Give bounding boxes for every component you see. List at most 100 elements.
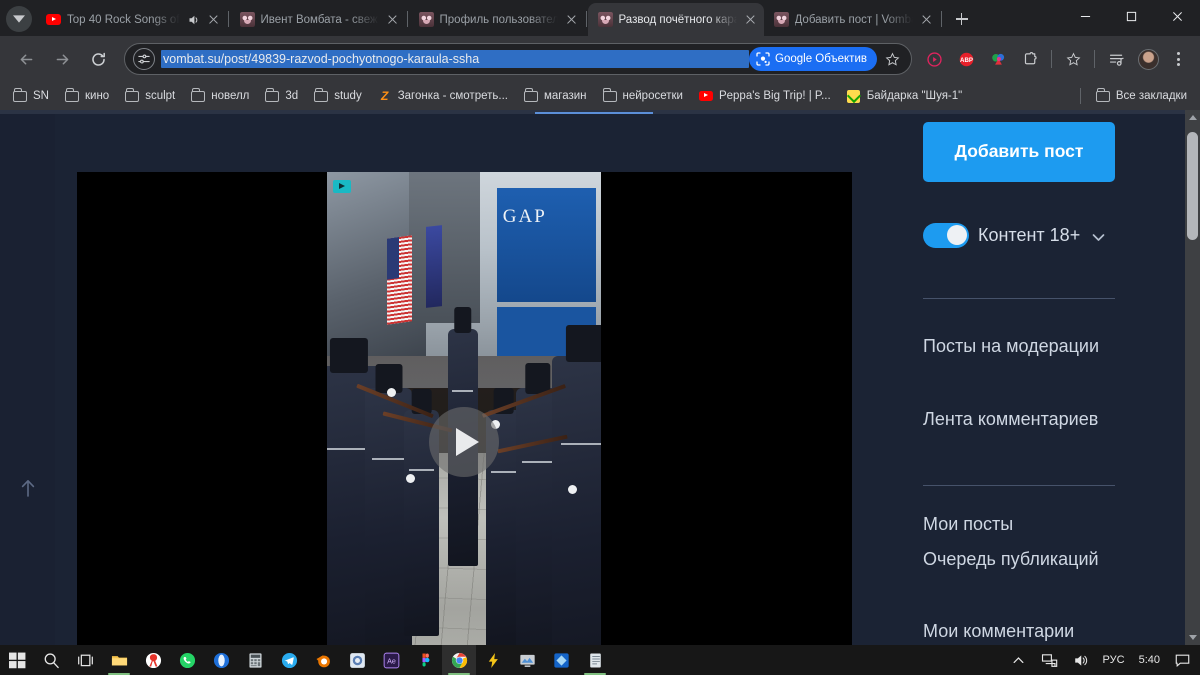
bookmark-label: study	[334, 90, 362, 102]
reading-list-icon[interactable]	[1102, 45, 1130, 73]
bookmark-9[interactable]: Peppa's Big Trip! | P...	[692, 86, 838, 106]
yandex-browser-icon[interactable]	[136, 645, 170, 675]
tab-close-icon[interactable]	[919, 12, 934, 27]
google-lens-button[interactable]: Google Объектив	[749, 47, 877, 71]
maximize-button[interactable]	[1108, 0, 1154, 32]
search-icon[interactable]	[34, 645, 68, 675]
bookmark-label: Загонка - смотреть...	[397, 90, 508, 102]
tab-0[interactable]: Top 40 Rock Songs of	[36, 3, 227, 36]
wombat-icon	[418, 12, 434, 27]
chevron-up-icon[interactable]	[1003, 645, 1034, 675]
record-icon[interactable]	[920, 45, 948, 73]
bookmark-3[interactable]: новелл	[184, 86, 256, 106]
bookmark-0[interactable]: SN	[6, 86, 56, 106]
scroll-down-arrow-icon[interactable]	[1185, 630, 1200, 645]
nsfw-toggle-row[interactable]: Контент 18+	[923, 222, 1115, 248]
bookmark-4[interactable]: 3d	[258, 86, 305, 106]
tune-icon[interactable]	[133, 48, 155, 70]
bookmark-1[interactable]: кино	[58, 86, 116, 106]
notes-icon[interactable]	[578, 645, 612, 675]
scrollbar-thumb[interactable]	[1187, 132, 1198, 240]
chevron-down-icon[interactable]	[1090, 229, 1107, 246]
close-window-button[interactable]	[1154, 0, 1200, 32]
sidebar-item-my-posts[interactable]: Мои посты	[923, 507, 1138, 541]
tab-1[interactable]: Ивент Вомбата - свежий	[230, 3, 406, 36]
puzzle-icon[interactable]	[1016, 45, 1044, 73]
play-watermark-icon	[333, 180, 351, 193]
back-button[interactable]	[11, 44, 41, 74]
sidebar-item-my-comments[interactable]: Мои комментарии	[923, 614, 1138, 645]
bookmark-star-icon[interactable]	[879, 46, 905, 72]
notification-icon[interactable]	[1167, 645, 1198, 675]
page-scrollbar[interactable]	[1185, 110, 1200, 645]
sidebar-item-comment-feed[interactable]: Лента комментариев	[923, 402, 1138, 436]
blender-icon[interactable]	[306, 645, 340, 675]
bookmark-10[interactable]: Байдарка "Шуя-1"	[840, 86, 970, 106]
reload-button[interactable]	[83, 44, 113, 74]
tab-2[interactable]: Профиль пользователя	[409, 3, 585, 36]
sidebar-item-moderation[interactable]: Посты на модерации	[923, 329, 1138, 363]
forward-button[interactable]	[47, 44, 77, 74]
tab-close-icon[interactable]	[564, 12, 579, 27]
tab-audio-icon[interactable]	[186, 13, 200, 27]
monitor-app-icon[interactable]	[510, 645, 544, 675]
tab-search-button[interactable]	[6, 6, 32, 32]
avatar[interactable]	[1134, 45, 1162, 73]
chrome-menu-button[interactable]	[1164, 45, 1192, 73]
folder-icon	[125, 88, 140, 103]
opera-icon[interactable]	[204, 645, 238, 675]
start-icon[interactable]	[0, 645, 34, 675]
page-viewport: Добавить пост Контент 18+ Посты на модер…	[0, 110, 1200, 645]
lightning-icon[interactable]	[476, 645, 510, 675]
tab-close-icon[interactable]	[206, 12, 221, 27]
folder-icon	[314, 88, 329, 103]
tab-3-active[interactable]: Развод почётного карау	[587, 3, 764, 36]
bookmark-7[interactable]: магазин	[517, 86, 594, 106]
diamond-app-icon[interactable]	[544, 645, 578, 675]
scroll-up-arrow-icon[interactable]	[1185, 110, 1200, 125]
tab-close-icon[interactable]	[385, 12, 400, 27]
bookmark-2[interactable]: sculpt	[118, 86, 182, 106]
scroll-to-top-button[interactable]	[18, 476, 38, 500]
adblock-icon[interactable]: ABP	[952, 45, 980, 73]
bookmarks-star-icon[interactable]	[1059, 45, 1087, 73]
new-tab-button[interactable]	[949, 6, 975, 32]
file-explorer-icon[interactable]	[102, 645, 136, 675]
all-bookmarks-button[interactable]: Все закладки	[1089, 86, 1194, 106]
nsfw-toggle[interactable]	[923, 222, 969, 248]
minimize-button[interactable]	[1062, 0, 1108, 32]
bookmarks-bar: SN кино sculpt новелл 3d study Z Загонка…	[0, 82, 1200, 110]
photoshop-icon[interactable]	[340, 645, 374, 675]
address-bar[interactable]: vombat.su/post/49839-razvod-pochyotnogo-…	[124, 43, 912, 75]
bookmark-6[interactable]: Z Загонка - смотреть...	[371, 86, 515, 106]
bookmark-label: 3d	[285, 90, 299, 102]
telegram-icon[interactable]	[272, 645, 306, 675]
volume-icon[interactable]	[1065, 645, 1096, 675]
bookmarks-separator	[1079, 88, 1081, 104]
video-player[interactable]	[77, 172, 852, 645]
yandex-icon	[847, 89, 861, 103]
url-text[interactable]: vombat.su/post/49839-razvod-pochyotnogo-…	[161, 50, 750, 68]
whatsapp-icon[interactable]	[170, 645, 204, 675]
colorful-extension-icon[interactable]	[984, 45, 1012, 73]
tab-close-icon[interactable]	[743, 12, 758, 27]
network-icon[interactable]	[1034, 645, 1065, 675]
tab-4[interactable]: Добавить пост | Vombat	[764, 3, 940, 36]
figma-icon[interactable]	[408, 645, 442, 675]
windows-taskbar: Ae РУС 5:40	[0, 645, 1200, 675]
after-effects-icon[interactable]: Ae	[374, 645, 408, 675]
add-post-button[interactable]: Добавить пост	[923, 122, 1115, 182]
tab-separator	[227, 11, 229, 27]
bookmark-5[interactable]: study	[307, 86, 369, 106]
video-frame[interactable]	[327, 172, 601, 645]
calculator-icon[interactable]	[238, 645, 272, 675]
bookmark-8[interactable]: нейросетки	[596, 86, 690, 106]
chrome-icon[interactable]	[442, 645, 476, 675]
bookmark-label: Байдарка "Шуя-1"	[866, 90, 963, 102]
clock[interactable]: 5:40	[1132, 645, 1167, 675]
sidebar-item-publish-queue[interactable]: Очередь публикаций	[923, 542, 1138, 576]
post-content-column	[55, 114, 910, 645]
play-button[interactable]	[429, 407, 499, 477]
language-indicator[interactable]: РУС	[1096, 645, 1132, 675]
task-view-icon[interactable]	[68, 645, 102, 675]
